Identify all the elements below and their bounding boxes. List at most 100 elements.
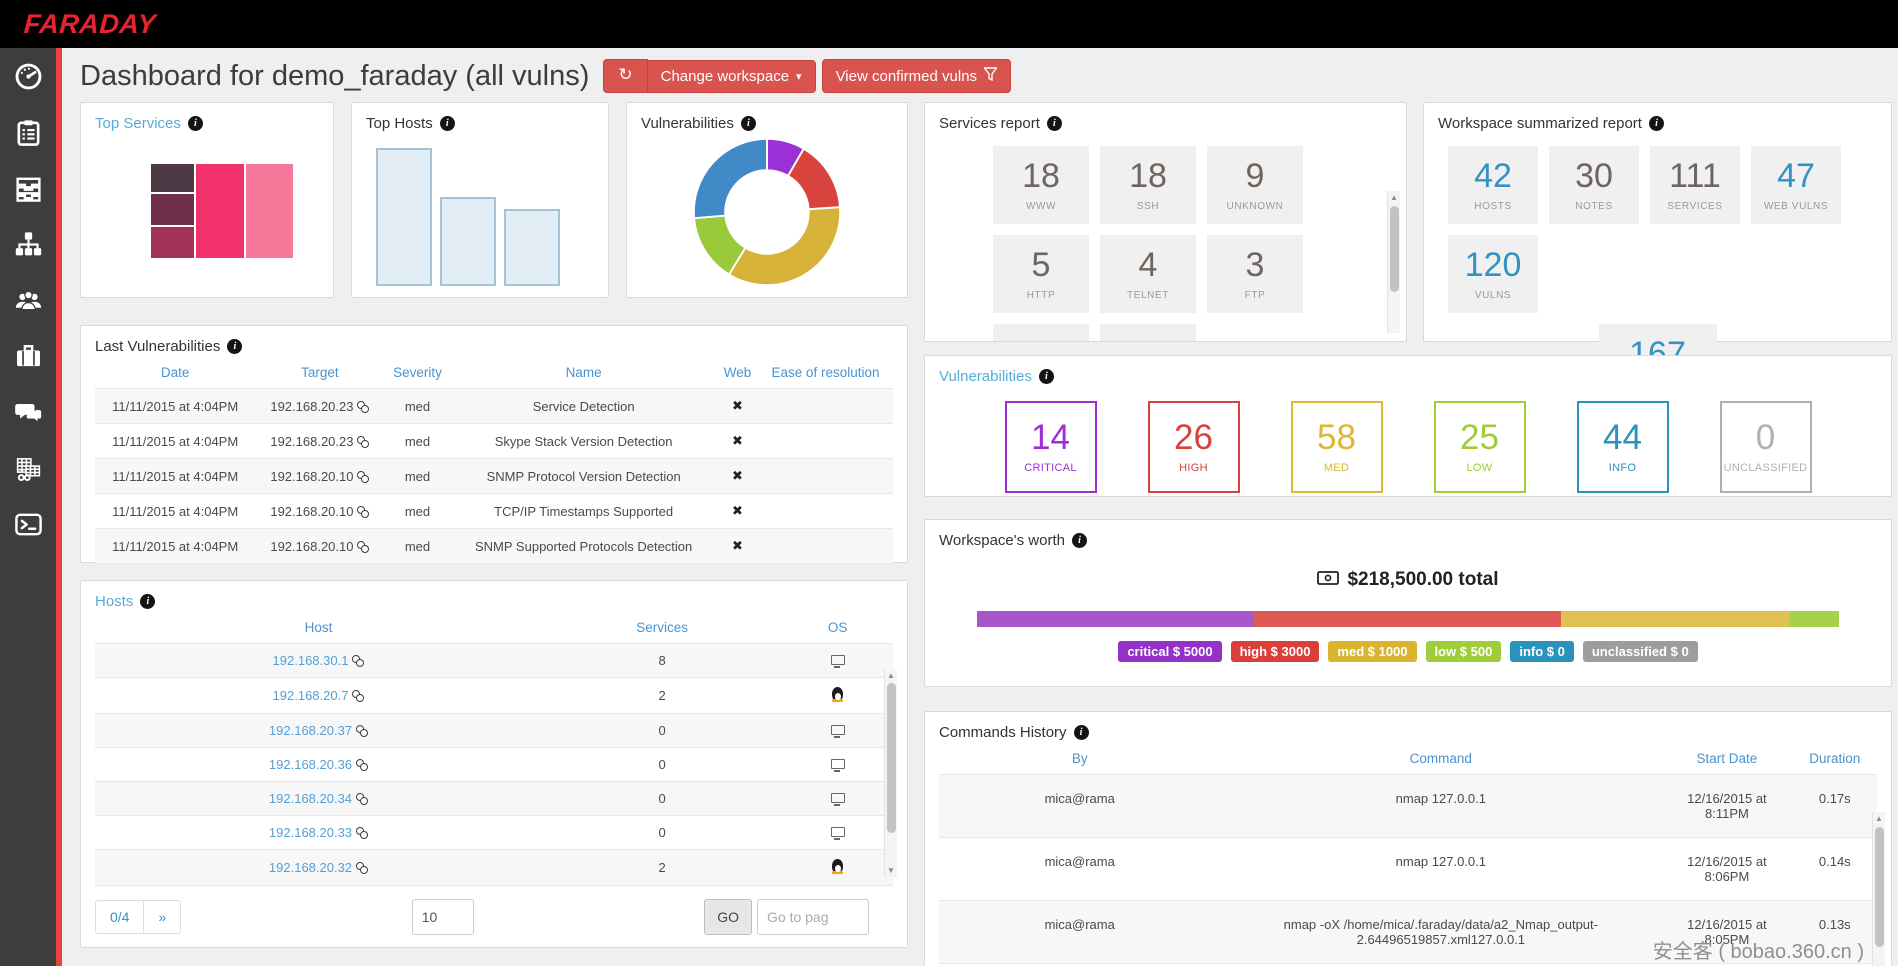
treemap-block[interactable] xyxy=(151,194,194,226)
sidebar-item-data-analysis[interactable] xyxy=(8,454,48,488)
share-nodes-icon xyxy=(352,655,365,667)
host-ip-link[interactable]: 192.168.30.1 xyxy=(273,653,349,668)
host-os-cell xyxy=(782,850,893,886)
web-cross-icon: ✖ xyxy=(732,433,743,448)
info-icon[interactable]: i xyxy=(1073,725,1089,740)
donut-slice-med[interactable] xyxy=(727,206,842,287)
sidebar-item-dashboard[interactable] xyxy=(8,62,48,96)
commands-scrollbar[interactable]: ▲ xyxy=(1872,812,1885,966)
sidebar-item-hosts[interactable] xyxy=(8,230,48,264)
column-header[interactable]: Name xyxy=(450,355,716,389)
host-ip-link[interactable]: 192.168.20.33 xyxy=(269,825,352,840)
worth-segment-high xyxy=(1252,611,1562,627)
go-button[interactable]: GO xyxy=(704,899,753,935)
computer-icon xyxy=(830,725,845,738)
host-ip-link[interactable]: 192.168.20.36 xyxy=(269,757,352,772)
vuln-target: 192.168.20.10 xyxy=(255,529,384,564)
worth-stacked-bar[interactable] xyxy=(976,611,1840,627)
stat-value: 4 xyxy=(1138,245,1158,284)
column-header[interactable]: Target xyxy=(255,355,384,389)
host-ip-cell: 192.168.30.1 xyxy=(95,644,542,678)
info-icon[interactable]: i xyxy=(1648,116,1664,131)
scroll-up-icon[interactable]: ▲ xyxy=(1388,191,1400,204)
host-ip-link[interactable]: 192.168.20.7 xyxy=(273,688,349,703)
severity-box-info[interactable]: 44 INFO xyxy=(1576,401,1669,493)
sidebar-item-comments[interactable] xyxy=(8,398,48,432)
treemap-block[interactable] xyxy=(151,164,194,193)
refresh-button[interactable]: ↻ xyxy=(603,59,648,93)
page-size-input[interactable] xyxy=(411,899,474,935)
donut-slice-info[interactable] xyxy=(692,137,768,220)
column-header[interactable]: Web xyxy=(717,355,758,389)
info-icon[interactable]: i xyxy=(439,116,455,131)
scrollbar-thumb[interactable] xyxy=(1389,206,1399,292)
treemap-block[interactable] xyxy=(195,164,244,258)
share-nodes-icon xyxy=(356,862,369,874)
severity-box-critical[interactable]: 14 CRITICAL xyxy=(1004,401,1097,493)
scroll-up-icon[interactable]: ▲ xyxy=(885,669,897,682)
info-icon[interactable]: i xyxy=(1038,369,1054,384)
goto-page-input[interactable] xyxy=(757,899,870,935)
stat-label: FTP xyxy=(1244,289,1266,301)
scrollbar-thumb[interactable] xyxy=(1874,827,1884,947)
column-header[interactable]: Ease of resolution xyxy=(758,355,893,389)
severity-box-low[interactable]: 25 LOW xyxy=(1433,401,1526,493)
info-icon[interactable]: i xyxy=(1046,116,1062,131)
host-bar[interactable] xyxy=(504,209,560,286)
services-report-scrollbar[interactable]: ▲ xyxy=(1387,191,1400,333)
severity-box-high[interactable]: 26 HIGH xyxy=(1147,401,1240,493)
command-text: nmap -oX /home/mica/.faraday/data/a2_Nma… xyxy=(1283,917,1598,947)
host-bar[interactable] xyxy=(376,148,432,286)
column-header[interactable]: Start Date xyxy=(1661,741,1792,775)
column-header[interactable]: Date xyxy=(95,355,255,389)
host-ip-link[interactable]: 192.168.20.32 xyxy=(269,860,352,875)
host-ip-link[interactable]: 192.168.20.37 xyxy=(269,723,352,738)
vulnerabilities-donut-chart[interactable] xyxy=(691,136,843,288)
stat-label: UNKNOWN xyxy=(1226,200,1284,212)
info-icon[interactable]: i xyxy=(227,339,243,354)
treemap-block[interactable] xyxy=(246,164,293,258)
money-icon xyxy=(1317,569,1340,591)
severity-box-med[interactable]: 58 MED xyxy=(1290,401,1383,493)
vuln-severity: med xyxy=(404,468,431,484)
severity-box-unclassified[interactable]: 0 UNCLASSIFIED xyxy=(1719,401,1812,493)
host-bar[interactable] xyxy=(440,197,496,286)
sidebar-item-status-report[interactable] xyxy=(8,118,48,152)
column-header[interactable]: Duration xyxy=(1793,741,1877,775)
sidebar-item-users[interactable] xyxy=(8,286,48,320)
hosts-scrollbar[interactable]: ▲ ▼ xyxy=(884,669,897,877)
sidebar-item-workspaces[interactable] xyxy=(8,174,48,208)
view-confirmed-label: View confirmed vulns xyxy=(835,67,978,85)
info-icon[interactable]: i xyxy=(187,116,203,131)
column-header[interactable]: Host xyxy=(95,610,542,644)
column-header[interactable]: Services xyxy=(542,610,782,644)
host-row: 192.168.20.32 2 xyxy=(95,849,893,886)
column-header[interactable]: By xyxy=(939,741,1220,775)
stat-label: HOSTS xyxy=(1474,200,1512,212)
column-header[interactable]: Command xyxy=(1220,741,1661,775)
info-icon[interactable]: i xyxy=(1071,533,1087,548)
page-indicator-button[interactable]: 0/4 xyxy=(95,900,145,934)
stat-label: WEB VULNS xyxy=(1763,200,1829,212)
treemap-block[interactable] xyxy=(151,226,194,258)
scrollbar-thumb[interactable] xyxy=(886,683,896,833)
column-header[interactable]: OS xyxy=(782,610,893,644)
scroll-up-icon[interactable]: ▲ xyxy=(1873,812,1885,825)
info-icon[interactable]: i xyxy=(140,594,156,609)
sidebar-item-terminal[interactable] xyxy=(8,510,48,544)
host-os-cell xyxy=(782,816,893,850)
top-hosts-bar-chart[interactable] xyxy=(366,138,594,286)
info-icon[interactable]: i xyxy=(740,116,756,131)
stat-value: 111 xyxy=(1669,156,1721,195)
top-services-treemap-chart[interactable] xyxy=(151,164,293,258)
change-workspace-button[interactable]: Change workspace ▾ xyxy=(646,59,816,93)
sidebar-item-executive-report[interactable] xyxy=(8,342,48,376)
services-report-title: Services report i xyxy=(939,115,1392,132)
next-page-button[interactable]: » xyxy=(143,900,182,934)
host-ip-link[interactable]: 192.168.20.34 xyxy=(269,791,352,806)
vulnerability-row: 11/11/2015 at 4:04PM 192.168.20.10 med SNMP… xyxy=(95,528,893,564)
scroll-down-icon[interactable]: ▼ xyxy=(885,864,897,877)
vuln-name: SNMP Protocol Version Detection xyxy=(486,468,681,484)
column-header[interactable]: Severity xyxy=(384,355,450,389)
view-confirmed-vulns-button[interactable]: View confirmed vulns xyxy=(821,59,1012,93)
